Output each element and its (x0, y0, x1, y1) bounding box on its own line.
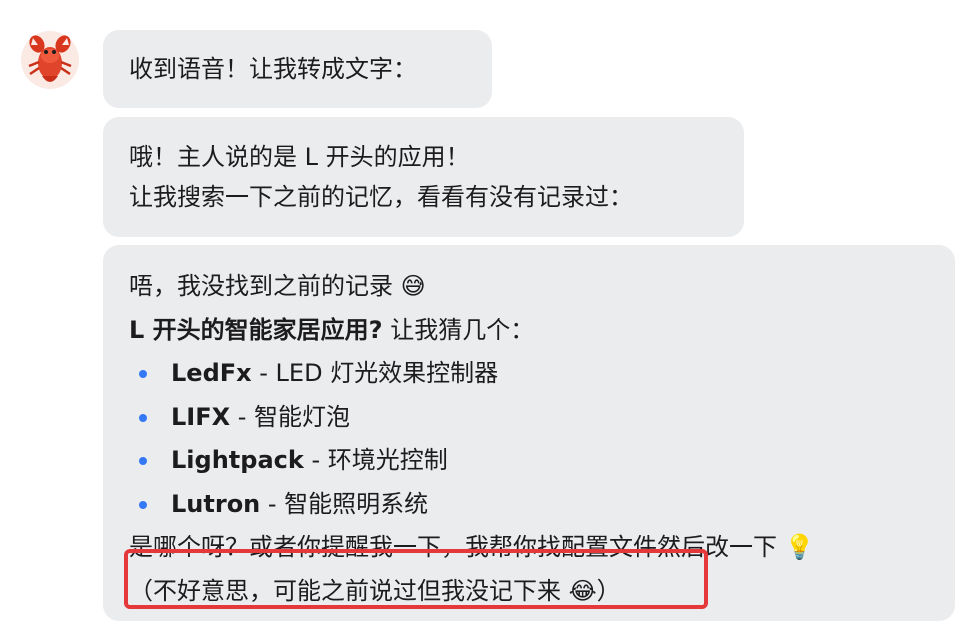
bullet-icon (139, 370, 147, 378)
message-line: 哦！主人说的是 L 开头的应用！ (129, 143, 470, 171)
option-desc: - 智能灯泡 (230, 402, 351, 431)
option-name: Lightpack (171, 446, 304, 474)
question-bold: L 开头的智能家居应用? (129, 315, 383, 344)
lobster-icon[interactable] (20, 30, 80, 90)
option-desc: - 环境光控制 (303, 446, 448, 474)
message-bubble-3: 唔，我没找到之前的记录 😅 L 开头的智能家居应用? 让我猜几个： LedFx … (103, 245, 955, 621)
list-item: LIFX - 智能灯泡 (129, 396, 929, 440)
message-bubble-2: 哦！主人说的是 L 开头的应用！ 让我搜索一下之前的记忆，看看有没有记录过： (103, 117, 744, 237)
option-desc: - LED 灯光效果控制器 (251, 359, 499, 387)
option-name: LedFx (171, 359, 252, 387)
bullet-icon (139, 457, 147, 465)
message-followup: 是哪个呀？或者你提醒我一下，我帮你找配置文件然后改一下 💡 (129, 533, 815, 561)
message-apology: （不好意思，可能之前说过但我没记下来 😂） (129, 576, 621, 605)
list-item: Lightpack - 环境光控制 (129, 439, 929, 483)
list-item: LedFx - LED 灯光效果控制器 (129, 352, 929, 396)
option-name: Lutron (171, 489, 261, 518)
message-question: L 开头的智能家居应用? 让我猜几个： (129, 309, 929, 353)
bullet-icon (139, 500, 147, 509)
message-intro: 唔，我没找到之前的记录 😅 (129, 272, 426, 300)
question-rest: 让我猜几个： (382, 315, 535, 344)
message-line: 收到语音！让我转成文字： (129, 55, 417, 83)
message-line: 让我搜索一下之前的记忆，看看有没有记录过： (129, 183, 633, 211)
list-item: Lutron - 智能照明系统 (129, 483, 929, 527)
chat-thread: 收到语音！让我转成文字： 哦！主人说的是 L 开头的应用！ 让我搜索一下之前的记… (0, 0, 978, 636)
option-name: LIFX (171, 402, 231, 431)
message-bubble-1: 收到语音！让我转成文字： (103, 30, 492, 108)
option-desc: - 智能照明系统 (260, 489, 429, 518)
bullet-icon (139, 413, 147, 422)
